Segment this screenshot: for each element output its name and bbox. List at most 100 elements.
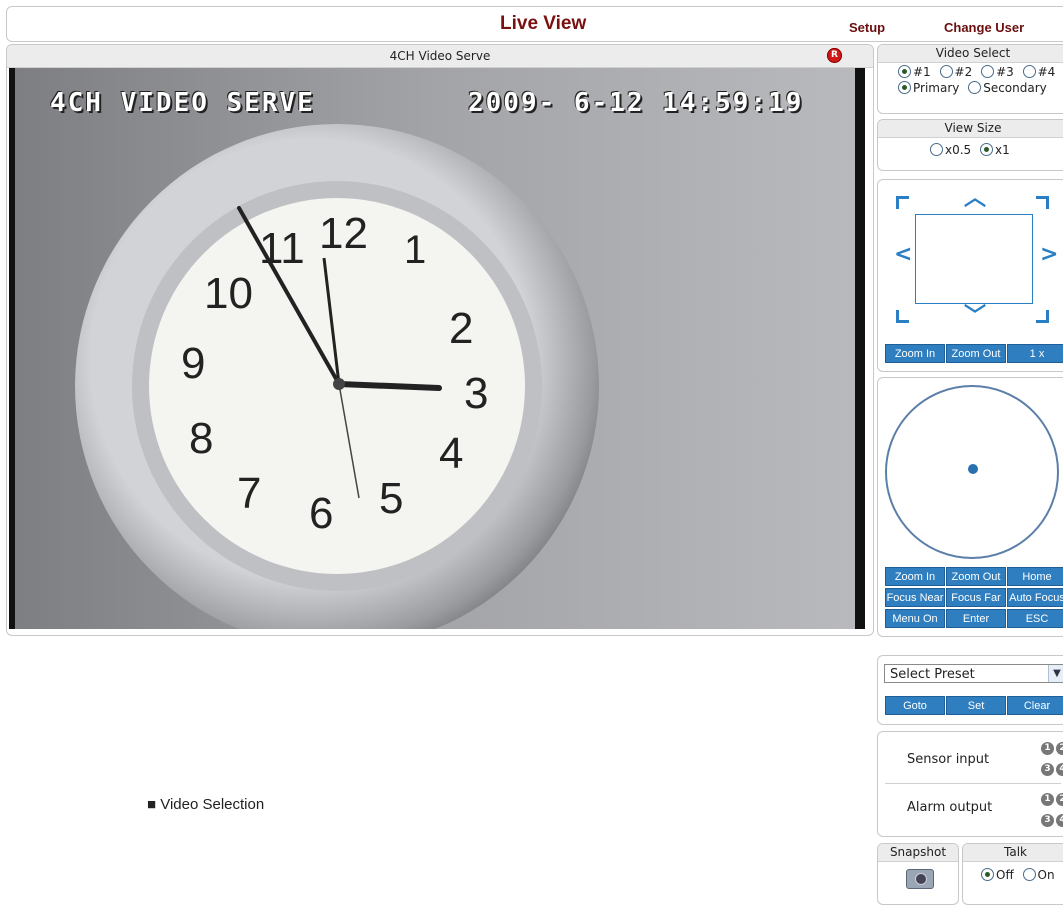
preset-select[interactable]: Select Preset ▼ [884,664,1063,683]
view-size-title: View Size [878,120,1063,138]
svg-text:7: 7 [237,469,261,518]
left-arrow-icon[interactable]: < [894,244,912,266]
sensor-input-label: Sensor input [907,752,990,767]
sensor-2-icon: 2 [1056,742,1063,755]
svg-text:4: 4 [439,429,463,478]
channel-2-radio[interactable]: #2 [939,65,972,79]
up-arrow-icon[interactable]: ︿ [964,188,986,210]
video-panel-header: 4CH Video Serve R [7,45,873,68]
snapshot-label: Snapshot [878,844,958,862]
radio-selected-icon [898,81,911,94]
talk-off-radio[interactable]: Off [981,868,1014,882]
down-right-arrow-icon[interactable] [1036,310,1049,323]
change-user-link[interactable]: Change User [944,20,1024,35]
radio-icon [930,143,943,156]
snapshot-panel: Snapshot [877,843,959,905]
radio-selected-icon [981,868,994,881]
setup-link[interactable]: Setup [849,20,885,35]
sensor-indicators: 1 23 4 [1040,735,1063,777]
goto-button[interactable]: Goto [885,696,945,715]
radio-icon [1022,868,1036,881]
focus-far-button[interactable]: Focus Far [946,588,1006,607]
stream-radio-group: Primary Secondary [878,79,1063,95]
talk-label: Talk [963,844,1063,862]
section-heading: ■ Video Selection [147,796,265,813]
video-select-panel: Video Select #1 #2 #3 #4 Primary Seconda… [877,44,1063,114]
ptz-zoom-out-button[interactable]: Zoom Out [946,567,1006,586]
square-bullet-icon: ■ [147,796,161,813]
svg-text:8: 8 [189,414,213,463]
zoom-in-button[interactable]: Zoom In [885,344,945,363]
video-frame-image: 12 11 1 10 2 9 3 8 4 7 6 5 [9,68,865,629]
svg-text:12: 12 [319,209,368,258]
overlay-camera-name: 4CH VIDEO SERVE [50,88,315,118]
radio-icon [968,81,982,94]
svg-text:11: 11 [259,224,305,273]
chevron-down-icon: ▼ [1048,665,1063,682]
one-x-button[interactable]: 1 x [1007,344,1063,363]
zoom-out-button[interactable]: Zoom Out [946,344,1006,363]
primary-radio[interactable]: Primary [898,81,959,95]
svg-text:6: 6 [309,489,333,538]
video-panel-title: 4CH Video Serve [389,49,491,63]
focus-near-button[interactable]: Focus Near [885,588,945,607]
preset-panel: Select Preset ▼ Goto Set Clear [877,655,1063,725]
overlay-datetime: 2009- 6-12 14:59:19 [468,88,804,118]
up-left-arrow-icon[interactable] [896,196,909,209]
joystick-handle[interactable] [968,464,978,474]
size-half-radio[interactable]: x0.5 [930,143,971,157]
sensor-4-icon: 4 [1056,763,1063,776]
view-size-panel: View Size x0.5 x1 [877,119,1063,171]
radio-icon [939,65,953,78]
radio-icon [1022,65,1036,78]
camera-icon[interactable] [906,869,934,889]
menu-on-button[interactable]: Menu On [885,609,945,628]
esc-button[interactable]: ESC [1007,609,1063,628]
svg-text:3: 3 [464,369,488,418]
auto-focus-button[interactable]: Auto Focus [1007,588,1063,607]
down-left-arrow-icon[interactable] [896,310,909,323]
channel-4-radio[interactable]: #4 [1022,65,1055,79]
camera-lens-icon [915,873,927,885]
alarm-2-icon[interactable]: 2 [1056,793,1063,806]
radio-selected-icon [980,143,994,156]
video-select-title: Video Select [878,45,1063,63]
enter-button[interactable]: Enter [946,609,1006,628]
svg-text:1: 1 [404,228,426,272]
svg-text:5: 5 [379,474,403,523]
talk-on-radio[interactable]: On [1022,868,1055,882]
ptz-view-frame[interactable] [915,214,1033,304]
io-divider [885,783,1061,784]
alarm-1-icon[interactable]: 1 [1041,793,1054,806]
radio-icon [981,65,995,78]
svg-text:2: 2 [449,304,473,353]
channel-1-radio[interactable]: #1 [898,65,931,79]
talk-radio-group: Off On [963,862,1063,882]
up-right-arrow-icon[interactable] [1036,196,1049,209]
down-arrow-icon[interactable]: ﹀ [964,306,986,328]
joystick-panel: Zoom In Zoom Out Home Focus Near Focus F… [877,377,1063,637]
alarm-output-label: Alarm output [907,800,993,815]
home-button[interactable]: Home [1007,567,1063,586]
view-size-radio-group: x0.5 x1 [878,138,1063,157]
record-icon[interactable]: R [827,48,842,63]
right-arrow-icon[interactable]: > [1040,244,1058,266]
svg-text:10: 10 [204,269,253,318]
clear-button[interactable]: Clear [1007,696,1063,715]
secondary-radio[interactable]: Secondary [968,81,1047,95]
ptz-panel: ︿ ﹀ < > Zoom In Zoom Out 1 x [877,179,1063,372]
video-stream[interactable]: 12 11 1 10 2 9 3 8 4 7 6 5 [9,68,865,629]
alarm-indicators: 1 23 4 [1040,786,1063,828]
talk-panel: Talk Off On [962,843,1063,905]
channel-radio-group: #1 #2 #3 #4 [878,63,1063,79]
sensor-3-icon: 3 [1041,763,1054,776]
set-button[interactable]: Set [946,696,1006,715]
sensor-1-icon: 1 [1041,742,1054,755]
radio-selected-icon [898,65,911,78]
channel-3-radio[interactable]: #3 [981,65,1014,79]
size-1x-radio[interactable]: x1 [980,143,1010,157]
ptz-zoom-in-button[interactable]: Zoom In [885,567,945,586]
alarm-4-icon[interactable]: 4 [1056,814,1063,827]
alarm-3-icon[interactable]: 3 [1041,814,1054,827]
io-panel: Sensor input 1 23 4 Alarm output 1 23 4 [877,731,1063,837]
